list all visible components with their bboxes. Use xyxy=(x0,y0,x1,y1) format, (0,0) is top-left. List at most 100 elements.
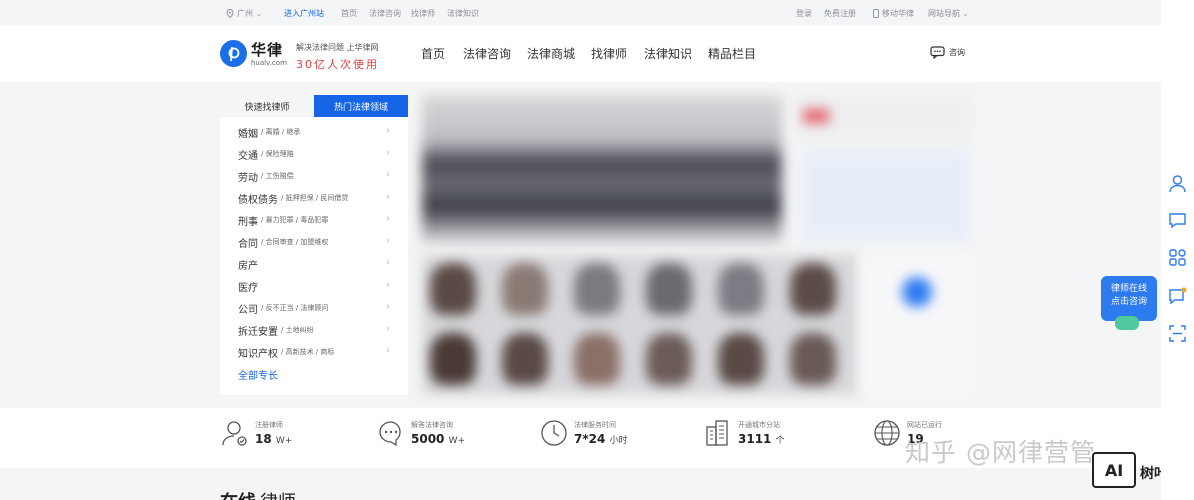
top-link-knowledge[interactable]: 法律知识 xyxy=(447,8,479,19)
stat-label: 解答法律咨询 xyxy=(411,421,453,429)
stat-label: 注册律师 xyxy=(255,421,283,429)
chevron-right-icon: › xyxy=(386,280,390,290)
banner-image[interactable] xyxy=(422,95,782,245)
stat-value: 18 xyxy=(255,432,272,446)
app-promo-card[interactable] xyxy=(862,255,974,395)
category-item[interactable]: 公司 / 反不正当 / 法律顾问 › xyxy=(220,297,408,319)
category-item[interactable]: 合同 / 合同审查 / 加盟维权 › xyxy=(220,231,408,253)
category-main: 债权债务 xyxy=(238,194,278,206)
category-sub: / 合同审查 / 加盟维权 xyxy=(261,238,329,246)
top-link-home[interactable]: 首页 xyxy=(341,8,357,19)
category-item[interactable]: 拆迁安置 / 土地纠纷 › xyxy=(220,319,408,341)
logo-domain: hualv.com xyxy=(251,59,287,67)
nav-find-lawyer[interactable]: 找律师 xyxy=(591,45,644,62)
chevron-right-icon: › xyxy=(386,258,390,268)
all-specialties-link[interactable]: 全部专长 xyxy=(220,363,408,385)
category-item[interactable]: 房产 › xyxy=(220,253,408,275)
consult-button[interactable]: 咨询 xyxy=(930,46,965,59)
nav-mall[interactable]: 法律商城 xyxy=(527,45,591,62)
chat-icon xyxy=(376,418,406,448)
category-sub: / 高新技术 / 商标 xyxy=(281,348,335,356)
chevron-right-icon: › xyxy=(386,192,390,202)
city-selector[interactable]: 广州 ⌄ xyxy=(226,8,262,19)
chevron-right-icon: › xyxy=(386,346,390,356)
tab-quick-find[interactable]: 快速找律师 xyxy=(220,95,314,117)
category-item[interactable]: 交通 / 保险理赔 › xyxy=(220,143,408,165)
heading-part-b: 律师 xyxy=(260,492,296,500)
category-item[interactable]: 劳动 / 工伤赔偿 › xyxy=(220,165,408,187)
watermark-logo: AI xyxy=(1092,452,1136,488)
top-link-consult[interactable]: 法律咨询 xyxy=(369,8,401,19)
nav-knowledge[interactable]: 法律知识 xyxy=(644,45,708,62)
category-main: 知识产权 xyxy=(238,348,278,360)
stat-unit: 小时 xyxy=(609,436,628,446)
main-nav: 首页 法律咨询 法律商城 找律师 法律知识 精品栏目 xyxy=(421,45,772,62)
stat-label: 网站已运行 xyxy=(907,421,942,429)
online-consult-bubble[interactable]: 律师在线 点击咨询 xyxy=(1101,276,1157,330)
all-specialties-label: 全部专长 xyxy=(238,370,278,382)
category-main: 劳动 xyxy=(238,172,258,184)
enter-station-link[interactable]: 进入广州站 xyxy=(284,8,324,19)
slogan-line1: 解决法律问题 上华律网 xyxy=(296,43,379,52)
lawyer-icon xyxy=(220,418,250,448)
category-sub: / 暴力犯罪 / 毒品犯罪 xyxy=(261,216,329,224)
chevron-right-icon: › xyxy=(386,324,390,334)
category-list: 婚姻 / 离婚 / 继承 › 交通 / 保险理赔 › 劳动 / 工伤赔偿 › 债权债务 / 抵… xyxy=(220,117,408,385)
logo-name: 华律 xyxy=(251,41,284,59)
login-link[interactable]: 登录 xyxy=(796,8,812,19)
top-bar: 广州 ⌄ 进入广州站 首页 法律咨询 找律师 法律知识 登录 免费注册 移动华律… xyxy=(0,0,1194,26)
building-icon xyxy=(703,418,733,448)
nav-featured[interactable]: 精品栏目 xyxy=(708,45,772,62)
watermark-text: 知乎 @网律营管 xyxy=(905,438,1096,467)
chevron-right-icon: › xyxy=(386,148,390,158)
category-item[interactable]: 医疗 › xyxy=(220,275,408,297)
category-main: 公司 xyxy=(238,304,258,316)
stat-unit: 个 xyxy=(775,436,785,446)
category-item[interactable]: 婚姻 / 离婚 / 继承 › xyxy=(220,121,408,143)
scan-icon[interactable] xyxy=(1168,324,1187,343)
logo[interactable]: 华律 hualv.com xyxy=(251,39,287,67)
stat-consults: 解答法律咨询 5000 W+ xyxy=(376,418,465,448)
category-panel: 快速找律师 热门法律领域 婚姻 / 离婚 / 继承 › 交通 / 保险理赔 › 劳动 / … xyxy=(220,95,408,395)
category-sub: / 抵押担保 / 民间借贷 xyxy=(281,194,349,202)
chevron-down-icon: ⌄ xyxy=(256,9,262,18)
chevron-right-icon: › xyxy=(386,126,390,136)
category-main: 房产 xyxy=(238,260,258,272)
chat-notify-icon[interactable] xyxy=(1168,287,1187,306)
stat-cities: 开通城市分站 3111 个 xyxy=(703,418,785,448)
heading-part-a: 在线 xyxy=(220,492,256,500)
bubble-line2: 点击咨询 xyxy=(1110,297,1147,307)
stat-unit: W+ xyxy=(275,436,293,446)
mobile-label: 移动华律 xyxy=(882,9,914,18)
tab-hot-areas[interactable]: 热门法律领域 xyxy=(314,95,408,117)
mobile-link[interactable]: 移动华律 xyxy=(873,8,914,19)
category-sub: / 离婚 / 继承 xyxy=(261,128,301,136)
nav-home[interactable]: 首页 xyxy=(421,45,463,62)
category-main: 刑事 xyxy=(238,216,258,228)
site-nav-link[interactable]: 网站导航 ⌄ xyxy=(928,8,968,19)
promo-image-middle[interactable] xyxy=(800,150,970,242)
grid-icon[interactable] xyxy=(1168,248,1187,267)
chevron-right-icon: › xyxy=(386,236,390,246)
promo-image-top[interactable] xyxy=(795,93,973,141)
nav-consult[interactable]: 法律咨询 xyxy=(463,45,527,62)
panel-tabs: 快速找律师 热门法律领域 xyxy=(220,95,408,117)
user-icon[interactable] xyxy=(1168,174,1187,193)
category-item[interactable]: 知识产权 / 高新技术 / 商标 › xyxy=(220,341,408,363)
slogan-line2: 30亿人次使用 xyxy=(296,58,379,71)
register-link[interactable]: 免费注册 xyxy=(824,8,856,19)
category-sub: / 工伤赔偿 xyxy=(261,172,294,180)
stat-value: 7*24 xyxy=(574,432,606,446)
category-item[interactable]: 债权债务 / 抵押担保 / 民间借贷 › xyxy=(220,187,408,209)
logo-icon[interactable] xyxy=(220,40,247,67)
lawyer-photos-grid[interactable] xyxy=(422,255,857,395)
category-item[interactable]: 刑事 / 暴力犯罪 / 毒品犯罪 › xyxy=(220,209,408,231)
right-sidebar xyxy=(1161,0,1194,500)
stat-value: 3111 xyxy=(738,432,772,446)
chevron-right-icon: › xyxy=(386,170,390,180)
stat-label: 开通城市分站 xyxy=(738,421,780,429)
category-main: 拆迁安置 xyxy=(238,326,278,338)
message-icon[interactable] xyxy=(1168,211,1187,230)
top-link-lawyer[interactable]: 找律师 xyxy=(411,8,435,19)
chevron-down-icon: ⌄ xyxy=(962,10,969,18)
